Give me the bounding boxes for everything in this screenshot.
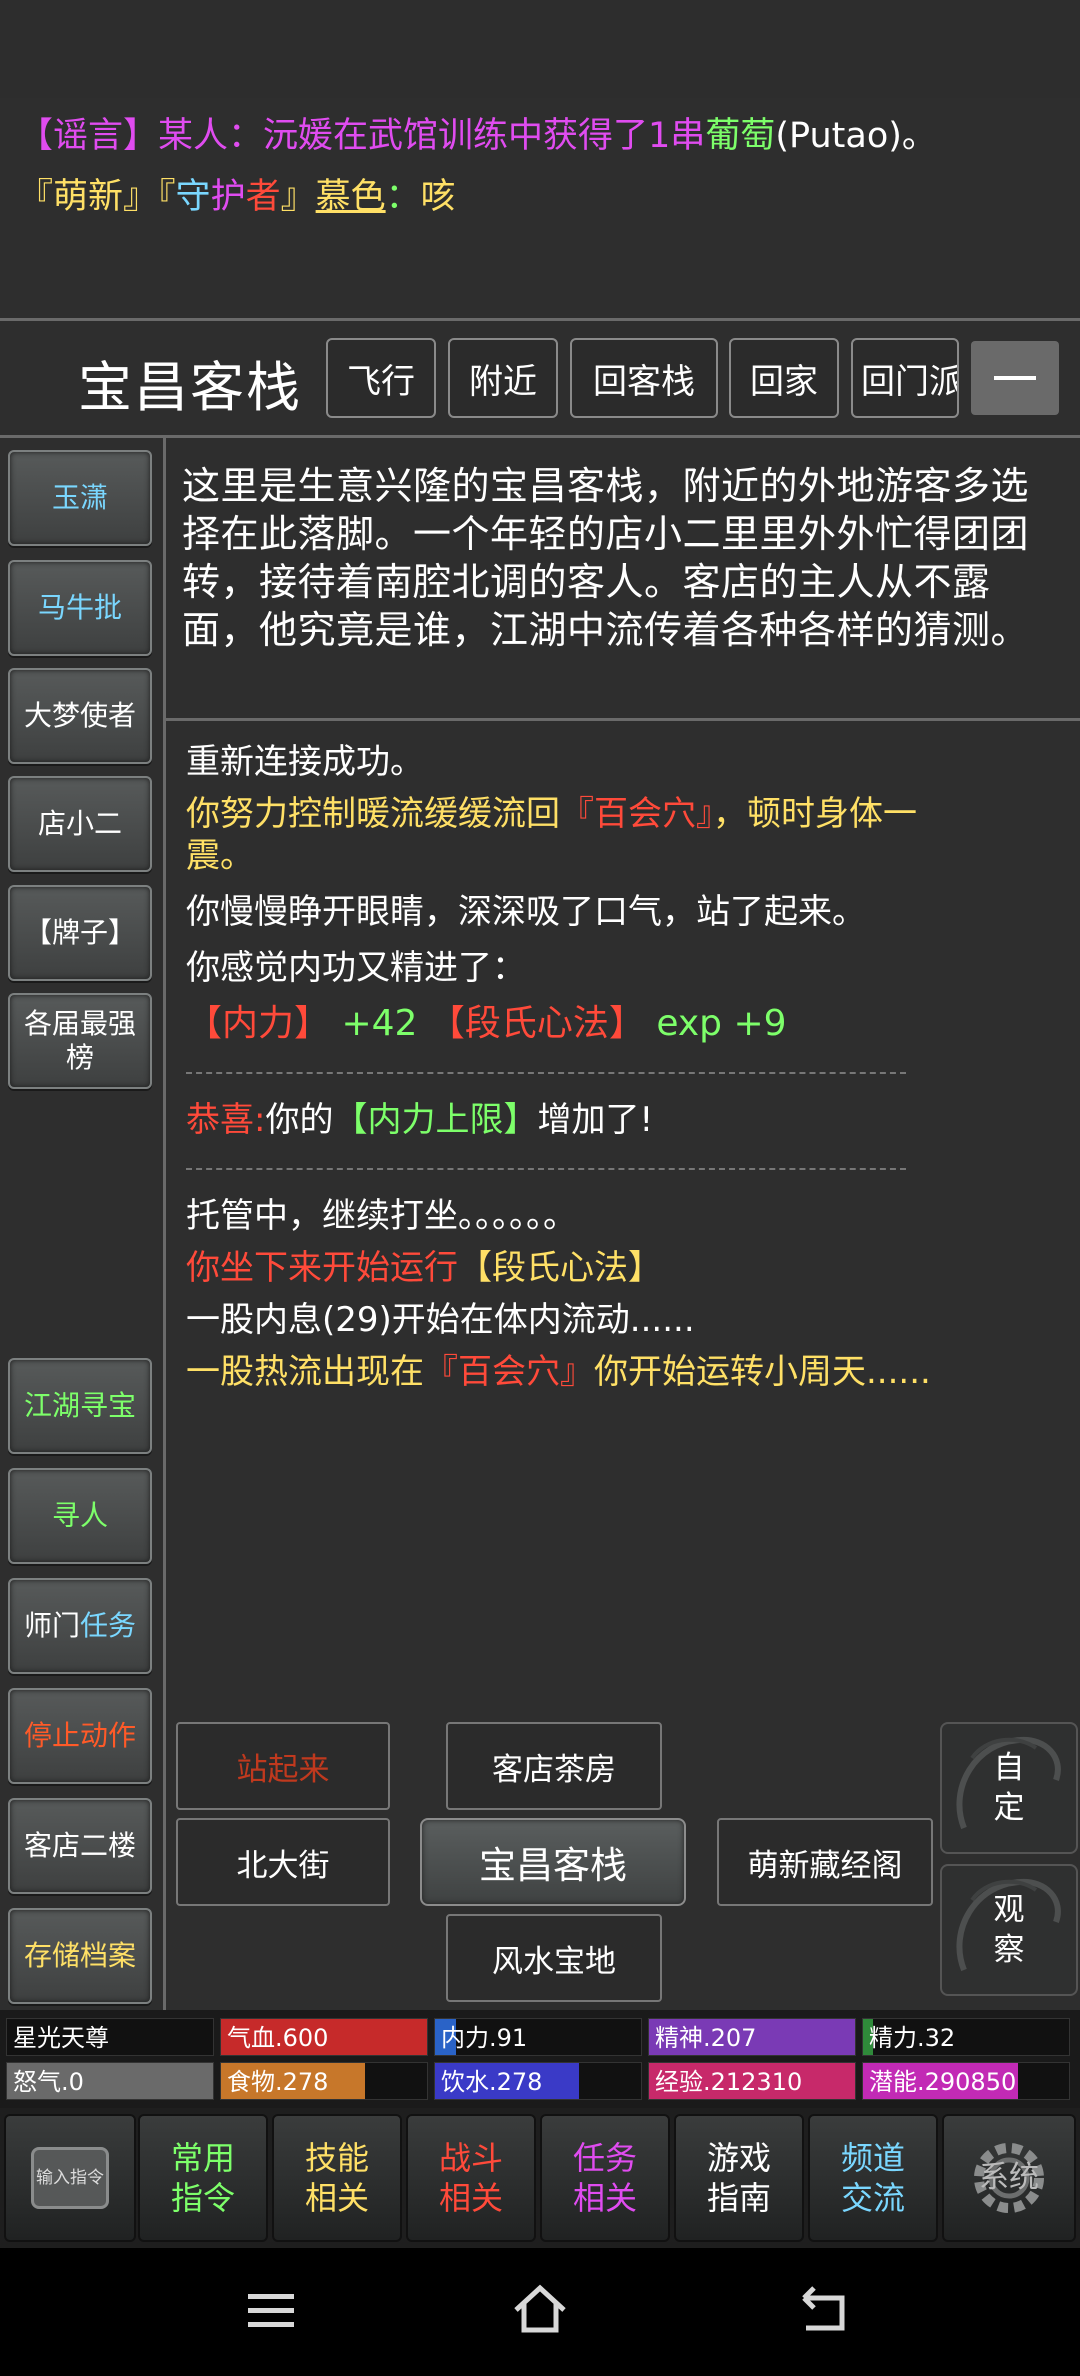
exit-south[interactable]: 风水宝地: [446, 1914, 662, 2002]
return-inn-button[interactable]: 回客栈: [570, 338, 718, 418]
dashed-divider: [186, 1168, 906, 1170]
channel-menu[interactable]: 频道 交流: [808, 2114, 938, 2242]
go-home-button[interactable]: 回家: [729, 338, 839, 418]
stat-7: 饮水.278: [434, 2062, 642, 2100]
stat-2: 内力.91: [434, 2018, 642, 2056]
stat-6: 食物.278: [220, 2062, 428, 2100]
stat-8: 经验.212310: [648, 2062, 856, 2100]
combat-menu[interactable]: 战斗 相关: [406, 2114, 536, 2242]
stat-9: 潜能.290850: [862, 2062, 1070, 2100]
stat-label: 潜能.290850: [869, 2068, 1017, 2096]
status-bar: [0, 0, 1080, 98]
ranking-board[interactable]: 各届最强榜: [8, 993, 152, 1089]
exit-east[interactable]: 萌新藏经阁: [717, 1818, 933, 1906]
input-command-button[interactable]: 输入指令: [4, 2114, 136, 2242]
player-name-link[interactable]: 慕色: [316, 177, 386, 217]
current-room-button[interactable]: 宝昌客栈: [420, 1818, 686, 1906]
npc-waiter[interactable]: 店小二: [8, 776, 152, 872]
stand-up-button[interactable]: 站起来: [176, 1722, 390, 1810]
keyboard-icon: 输入指令: [31, 2147, 109, 2209]
stat-label: 饮水.278: [441, 2068, 543, 2096]
stat-4: 精力.32: [862, 2018, 1070, 2056]
system-nav-bar: [0, 2248, 1080, 2376]
stat-label: 精神.207: [655, 2024, 757, 2052]
treasure-hunt-button[interactable]: 江湖寻宝: [8, 1358, 152, 1454]
minus-icon: [994, 376, 1036, 380]
home-icon[interactable]: [510, 2282, 570, 2336]
inn-upstairs-button[interactable]: 客店二楼: [8, 1798, 152, 1894]
common-commands-menu[interactable]: 常用 指令: [138, 2114, 268, 2242]
stat-0: 星光天尊: [6, 2018, 214, 2056]
stat-3: 精神.207: [648, 2018, 856, 2056]
stat-label: 精力.32: [869, 2024, 956, 2052]
exits-panel: 站起来 客店茶房 北大街 宝昌客栈 萌新藏经阁 风水宝地 自 定 观 察: [166, 1712, 1080, 2010]
stat-label: 内力.91: [441, 2024, 528, 2052]
sect-task-button[interactable]: 师门 任务: [8, 1578, 152, 1674]
sign-object[interactable]: 【牌子】: [8, 885, 152, 981]
menu-icon[interactable]: [246, 2290, 296, 2330]
return-sect-button[interactable]: 回门派: [851, 338, 959, 418]
chat-line: 『萌新』『守护者』慕色：咳: [18, 177, 456, 217]
player-stats: 星光天尊 气血.600 内力.91 精神.207 精力.32 怒气.0 食物.278 饮水.2…: [0, 2010, 1080, 2108]
divider: [166, 718, 1080, 721]
rumor-tag: 【谣言】: [18, 116, 159, 156]
npc-yuxiao[interactable]: 玉潇: [8, 450, 152, 546]
room-title: 宝昌客栈: [78, 356, 302, 419]
divider: [0, 318, 1080, 321]
game-screen: 【谣言】某人：沅媛在武馆训练中获得了1串葡萄(Putao)。 『萌新』『守护者』…: [0, 0, 1080, 2376]
custom-button[interactable]: 自 定: [940, 1722, 1078, 1854]
exit-north[interactable]: 客店茶房: [446, 1722, 662, 1810]
stat-1: 气血.600: [220, 2018, 428, 2056]
rumor-line: 【谣言】某人：沅媛在武馆训练中获得了1串葡萄(Putao)。: [18, 116, 937, 156]
chat-channel: 【谣言】某人：沅媛在武馆训练中获得了1串葡萄(Putao)。 『萌新』『守护者』…: [0, 98, 1080, 318]
nearby-button[interactable]: 附近: [448, 338, 558, 418]
stat-label: 经验.212310: [655, 2068, 803, 2096]
dashed-divider: [186, 1072, 906, 1074]
npc-sidebar: 玉潇 马牛批 大梦使者 店小二 【牌子】 各届最强榜 江湖寻宝 寻人 师门 任务 …: [0, 438, 163, 2010]
game-guide-menu[interactable]: 游戏 指南: [674, 2114, 804, 2242]
skills-menu[interactable]: 技能 相关: [272, 2114, 402, 2242]
title-badge: 萌新: [53, 177, 124, 217]
find-person-button[interactable]: 寻人: [8, 1468, 152, 1564]
stat-label: 怒气.0: [13, 2068, 84, 2096]
npc-maniupi[interactable]: 马牛批: [8, 560, 152, 656]
stop-action-button[interactable]: 停止动作: [8, 1688, 152, 1784]
message-log: 重新连接成功。 你努力控制暖流缓缓流回『百会穴』，顿时身体一 震。 你慢慢睁开眼…: [186, 742, 931, 1392]
bottom-menu: 输入指令 常用 指令 技能 相关 战斗 相关 任务 相关 游戏 指南 频道 交流…: [0, 2108, 1080, 2248]
stat-5: 怒气.0: [6, 2062, 214, 2100]
save-archive-button[interactable]: 存储档案: [8, 1908, 152, 2004]
stat-label: 食物.278: [227, 2068, 329, 2096]
npc-dream-envoy[interactable]: 大梦使者: [8, 668, 152, 764]
observe-button[interactable]: 观 察: [940, 1864, 1078, 1996]
collapse-button[interactable]: [971, 341, 1059, 415]
stat-label: 气血.600: [227, 2024, 329, 2052]
item-name: 葡萄: [705, 116, 776, 156]
back-icon[interactable]: [796, 2286, 850, 2334]
fly-button[interactable]: 飞行: [326, 338, 436, 418]
system-button[interactable]: 系统: [942, 2114, 1076, 2242]
exit-west[interactable]: 北大街: [176, 1818, 390, 1906]
room-header: 宝昌客栈 飞行 附近 回客栈 回家 回门派: [0, 325, 1080, 435]
room-description: 这里是生意兴隆的宝昌客栈，附近的外地游客多选择在此落脚。一个年轻的店小二里里外外…: [182, 464, 1030, 652]
tasks-menu[interactable]: 任务 相关: [540, 2114, 670, 2242]
stat-label: 星光天尊: [13, 2024, 109, 2052]
